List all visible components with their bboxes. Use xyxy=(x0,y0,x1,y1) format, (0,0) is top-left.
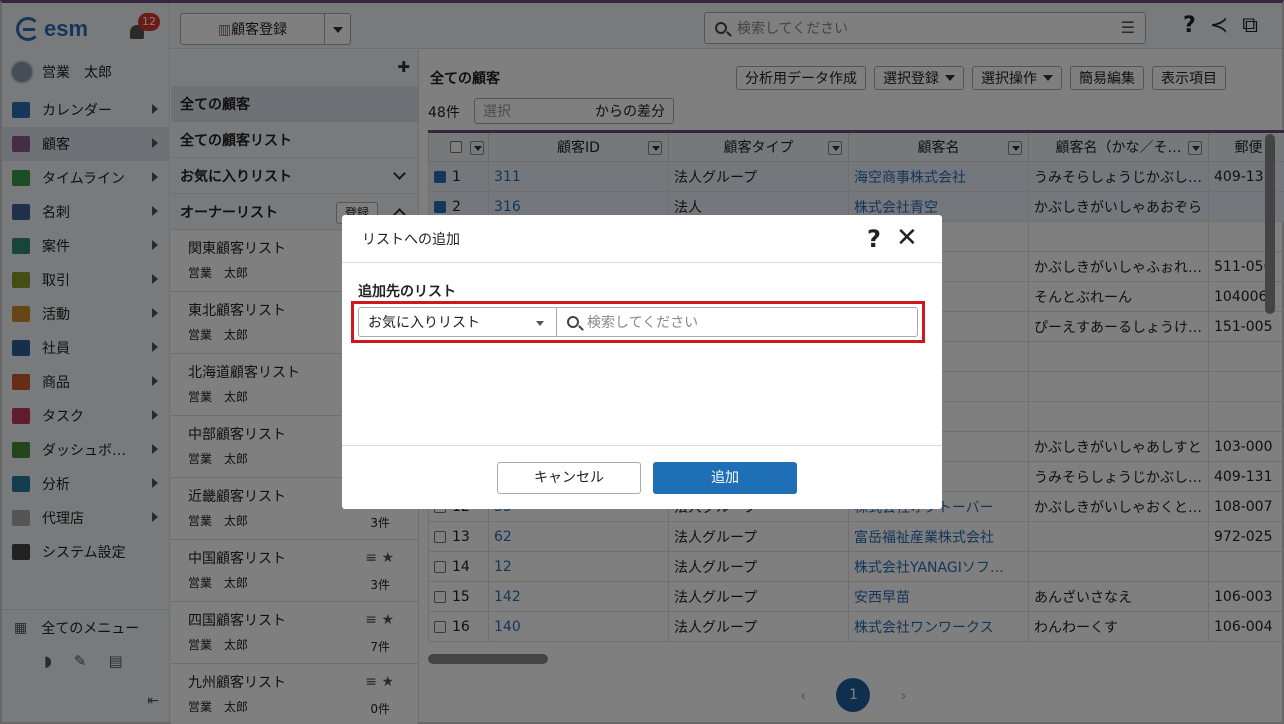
dialog-header: リストへの追加 ? ✕ xyxy=(342,215,942,263)
list-type-select[interactable]: お気に入りリスト xyxy=(358,307,557,337)
search-icon xyxy=(567,316,579,328)
list-type-value: お気に入りリスト xyxy=(368,315,480,331)
add-button[interactable]: 追加 xyxy=(653,462,797,494)
dialog-footer: キャンセル 追加 xyxy=(342,445,942,509)
cancel-button[interactable]: キャンセル xyxy=(497,462,641,494)
dialog-title: リストへの追加 xyxy=(362,231,460,248)
help-icon[interactable]: ? xyxy=(867,225,881,253)
list-search-input[interactable]: 検索してください xyxy=(557,307,918,337)
target-list-row: お気に入りリスト 検索してください xyxy=(351,301,925,343)
target-list-label: 追加先のリスト xyxy=(358,284,456,300)
close-icon[interactable]: ✕ xyxy=(896,223,918,253)
list-search-placeholder: 検索してください xyxy=(587,315,699,331)
chevron-down-icon xyxy=(536,321,544,326)
add-to-list-dialog: リストへの追加 ? ✕ 追加先のリスト お気に入りリスト 検索してください キャ… xyxy=(342,215,942,509)
